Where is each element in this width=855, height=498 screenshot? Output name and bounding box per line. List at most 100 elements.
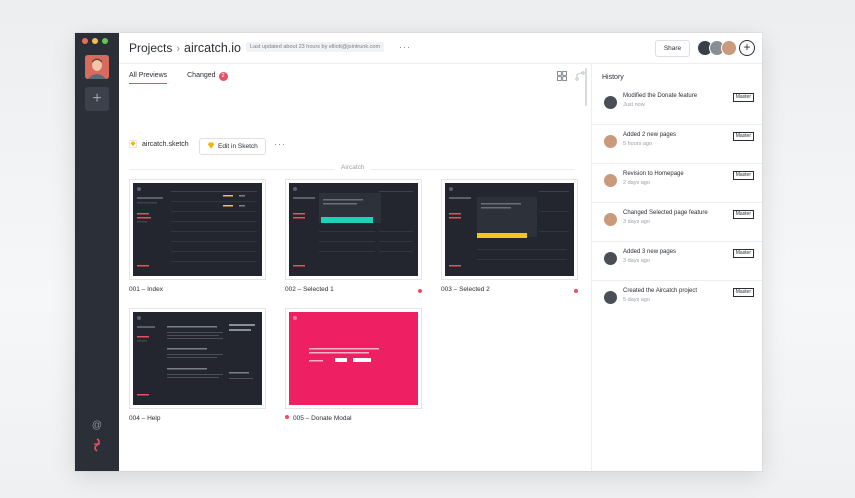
share-button[interactable]: Share xyxy=(655,40,690,57)
changed-count-badge: 2 xyxy=(218,72,228,81)
section-label: Aircatch xyxy=(335,164,371,171)
sketch-diamond-icon xyxy=(207,142,215,149)
commit-time: 5 days ago xyxy=(623,297,650,303)
artboard-name: 002 – Selected 1 xyxy=(285,286,334,293)
close-window-button[interactable] xyxy=(82,38,88,44)
artboard-card[interactable]: 004 – Help xyxy=(129,308,266,422)
content-scrollbar[interactable] xyxy=(585,68,587,106)
artboard-label: 002 – Selected 1 xyxy=(285,286,422,293)
artboard-thumbnail[interactable] xyxy=(129,308,266,409)
artboard-label: 001 – Index xyxy=(129,286,266,293)
app-window: + @ Projects › aircatch.io Last updated ab… xyxy=(75,33,762,471)
artboard-name: 004 – Help xyxy=(129,415,161,422)
commit-time: 3 days ago xyxy=(623,258,650,264)
window-controls xyxy=(82,38,108,44)
history-item[interactable]: Created the Aircatch project 5 days ago … xyxy=(592,281,762,319)
artboard-thumbnail[interactable] xyxy=(285,179,422,280)
commit-time: Just now xyxy=(623,102,645,108)
artboard-label: 004 – Help xyxy=(129,415,266,422)
artboard-preview-help xyxy=(133,312,262,405)
commit-time: 3 days ago xyxy=(623,219,650,225)
artboard-name: 005 – Donate Modal xyxy=(293,415,352,422)
artboard-name: 003 – Selected 2 xyxy=(441,286,490,293)
commit-time: 2 days ago xyxy=(623,180,650,186)
artboard-card[interactable]: 005 – Donate Modal xyxy=(285,308,422,422)
branch-tag[interactable]: Master xyxy=(732,132,754,141)
sidebar-rail: + @ xyxy=(75,33,119,471)
commit-message: Added 3 new pages xyxy=(623,249,677,255)
collaborator-avatar xyxy=(721,40,737,56)
view-toggle xyxy=(557,71,585,81)
history-title: History xyxy=(602,74,624,81)
commit-author-avatar xyxy=(604,135,617,148)
edit-in-sketch-label: Edit in Sketch xyxy=(218,143,258,150)
artboard-name: 001 – Index xyxy=(129,286,163,293)
main-content: All Previews Changed 2 aircatch.sketch E… xyxy=(119,64,591,471)
branch-tag[interactable]: Master xyxy=(732,288,754,297)
file-more-button[interactable]: ··· xyxy=(274,139,286,149)
artboard-thumbnail[interactable] xyxy=(285,308,422,409)
history-panel: History Modified the Donate feature Just… xyxy=(591,64,762,471)
commit-author-avatar xyxy=(604,291,617,304)
top-bar: Projects › aircatch.io Last updated about … xyxy=(119,33,762,64)
changed-indicator xyxy=(418,289,422,293)
breadcrumb-separator: › xyxy=(176,43,181,55)
history-item[interactable]: Changed Selected page feature 3 days ago… xyxy=(592,203,762,242)
artboard-thumbnail[interactable] xyxy=(129,179,266,280)
branch-tag[interactable]: Master xyxy=(732,171,754,180)
commit-message: Created the Aircatch project xyxy=(623,288,698,294)
last-updated-badge: Last updated about 23 hours by elliott@j… xyxy=(246,42,385,52)
edit-in-sketch-button[interactable]: Edit in Sketch xyxy=(199,138,266,155)
preview-tabs: All Previews Changed 2 xyxy=(129,72,228,84)
commit-author-avatar xyxy=(604,252,617,265)
changed-indicator xyxy=(285,415,289,419)
at-icon[interactable]: @ xyxy=(75,420,119,431)
add-project-button[interactable]: + xyxy=(85,87,109,111)
artboard-thumbnail[interactable] xyxy=(441,179,578,280)
history-item[interactable]: Added 2 new pages 5 hours ago Master xyxy=(592,125,762,164)
commit-author-avatar xyxy=(604,96,617,109)
commit-message: Changed Selected page feature xyxy=(623,210,708,216)
history-item[interactable]: Added 3 new pages 3 days ago Master xyxy=(592,242,762,281)
branch-tag[interactable]: Master xyxy=(732,249,754,258)
breadcrumb-projects[interactable]: Projects xyxy=(129,41,172,55)
collaborator-avatars[interactable] xyxy=(697,40,737,56)
artboard-label: 005 – Donate Modal xyxy=(285,415,422,422)
commit-message: Added 2 new pages xyxy=(623,132,677,138)
tab-all-previews[interactable]: All Previews xyxy=(129,72,168,84)
maximize-window-button[interactable] xyxy=(102,38,108,44)
artboard-preview-yellow xyxy=(445,183,574,276)
commit-time: 5 hours ago xyxy=(623,141,653,147)
artboard-card[interactable]: 003 – Selected 2 xyxy=(441,179,578,293)
branch-view-icon[interactable] xyxy=(575,71,585,81)
project-more-button[interactable]: ··· xyxy=(399,42,411,52)
artboard-label: 003 – Selected 2 xyxy=(441,286,578,293)
file-name[interactable]: aircatch.sketch xyxy=(142,141,189,148)
grid-view-icon[interactable] xyxy=(557,71,567,81)
breadcrumb: Projects › aircatch.io xyxy=(129,41,241,55)
changed-indicator xyxy=(574,289,578,293)
file-header: aircatch.sketch xyxy=(129,140,189,148)
commit-message: Revision to Homepage xyxy=(623,171,684,177)
tab-changed[interactable]: Changed 2 xyxy=(187,72,228,84)
sketch-file-icon xyxy=(129,140,137,148)
history-item[interactable]: Revision to Homepage 2 days ago Master xyxy=(592,164,762,203)
user-avatar[interactable] xyxy=(85,55,109,79)
branch-tag[interactable]: Master xyxy=(732,93,754,102)
add-collaborator-button[interactable]: + xyxy=(739,40,755,56)
artboard-card[interactable]: 002 – Selected 1 xyxy=(285,179,422,293)
commit-author-avatar xyxy=(604,213,617,226)
breadcrumb-project-name[interactable]: aircatch.io xyxy=(184,41,241,55)
user-photo xyxy=(85,55,109,79)
minimize-window-button[interactable] xyxy=(92,38,98,44)
artboard-preview-pink xyxy=(289,312,418,405)
tab-changed-label: Changed xyxy=(187,72,216,79)
commit-author-avatar xyxy=(604,174,617,187)
history-item[interactable]: Modified the Donate feature Just now Mas… xyxy=(592,86,762,125)
artboard-card[interactable]: 001 – Index xyxy=(129,179,266,293)
artboard-preview-teal xyxy=(289,183,418,276)
branch-tag[interactable]: Master xyxy=(732,210,754,219)
artboard-preview-dark xyxy=(133,183,262,276)
commit-message: Modified the Donate feature xyxy=(623,93,698,99)
abstract-logo-icon[interactable] xyxy=(75,438,119,457)
